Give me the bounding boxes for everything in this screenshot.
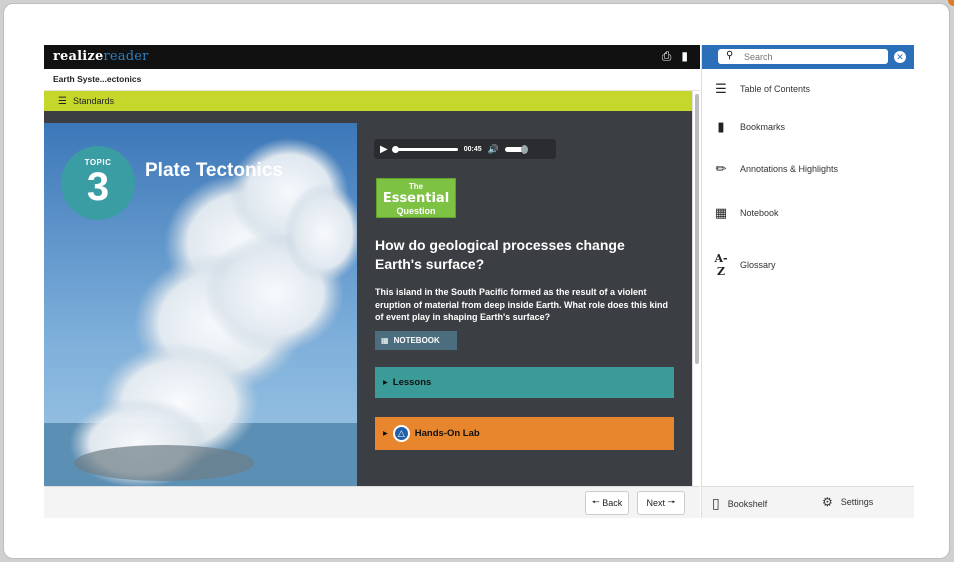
bookshelf-label: Bookshelf (727, 498, 768, 509)
arrow-right-icon: 🠖 (667, 497, 676, 507)
volume-icon[interactable]: 🔊 (488, 144, 499, 155)
pencil-icon: ✏ (715, 161, 727, 176)
list-icon: ☰ (58, 95, 67, 107)
lessons-label: Lessons (392, 377, 432, 388)
topic-title: Plate Tectonics (145, 160, 283, 181)
gear-icon: ⚙ (822, 495, 833, 509)
notebook-small-icon: ▦ (381, 336, 389, 345)
notebook-button[interactable]: ▦ NOTEBOOK (375, 331, 457, 350)
breadcrumb[interactable]: Earth Syste...ectonics (44, 69, 700, 91)
standards-label: Standards (72, 96, 114, 106)
description-text: This island in the South Pacific formed … (375, 287, 669, 322)
bottom-nav-bar: 🠔 Back Next 🠖 (44, 486, 700, 518)
notebook-icon: ▦ (714, 205, 728, 220)
panel-item-label: Annotations & Highlights (740, 164, 839, 174)
play-icon[interactable]: ▶ (380, 144, 388, 155)
logo-light: reader (103, 49, 149, 64)
list-icon: ☰ (715, 81, 727, 96)
eq-line3: Question (396, 206, 436, 216)
logo-bold: realize (53, 49, 104, 64)
panel-item-table-of-contents[interactable]: ☰ Table of Contents (712, 81, 810, 97)
panel-item-bookmarks[interactable]: ▮ Bookmarks (712, 119, 785, 135)
settings-label: Settings (840, 497, 874, 507)
bookshelf-button[interactable]: ▯ Bookshelf (712, 495, 767, 512)
next-button[interactable]: Next 🠖 (637, 491, 685, 515)
audio-progress-slider[interactable] (391, 145, 458, 153)
topic-number: 3 (86, 165, 110, 209)
essential-question-badge: The Essential Question (376, 178, 456, 218)
eq-line2: Essential (382, 191, 450, 206)
panel-bottom-bar: ▯ Bookshelf ⚙ Settings (702, 486, 914, 518)
content-scrollbar[interactable] (692, 91, 700, 486)
standards-bar[interactable]: ☰ Standards (44, 91, 692, 111)
progress-knob[interactable] (391, 145, 399, 153)
bookshelf-icon: ▯ (712, 495, 720, 511)
panel-item-label: Table of Contents (740, 84, 811, 94)
panel-item-glossary[interactable]: A-Z Glossary (712, 252, 776, 278)
app-logo: realizereader (53, 49, 149, 64)
az-icon: A-Z (714, 252, 728, 278)
essential-question-text: How do geological processes change Earth… (375, 237, 625, 272)
search-bar: ⚲ ✕ (702, 45, 914, 69)
hands-on-lab-label: Hands-On Lab (414, 428, 480, 439)
bookmark-toggle-icon[interactable]: ▮ (681, 49, 688, 64)
corner-mark (948, 0, 954, 6)
hands-on-lab-accordion[interactable]: ▸ △ Hands-On Lab (375, 417, 674, 450)
topic-badge: TOPIC 3 (61, 146, 135, 220)
settings-button[interactable]: ⚙ Settings (822, 495, 873, 509)
window-frame: realizereader ⎙ ▮ Earth Syste...ectonics… (0, 0, 954, 562)
back-label: Back (602, 498, 623, 508)
bookmark-icon: ▮ (717, 119, 725, 134)
caret-right-icon: ▸ (383, 377, 388, 388)
print-icon[interactable]: ⎙ (662, 49, 672, 64)
audio-player: ▶ 00:45 🔊 (374, 139, 556, 159)
volume-slider[interactable] (504, 144, 528, 154)
caret-right-icon: ▸ (383, 428, 388, 439)
flask-icon: △ (392, 425, 410, 442)
back-button[interactable]: 🠔 Back (585, 491, 629, 515)
page-content: TOPIC 3 Plate Tectonics ▶ 00:45 🔊 The Es… (44, 111, 692, 486)
panel-item-label: Bookmarks (740, 122, 786, 132)
panel-item-label: Glossary (740, 260, 776, 270)
notebook-button-label: NOTEBOOK (393, 336, 440, 345)
next-label: Next (646, 498, 666, 508)
arrow-left-icon: 🠔 (591, 497, 600, 507)
panel-item-label: Notebook (740, 208, 779, 218)
search-input[interactable] (718, 49, 888, 64)
close-icon[interactable]: ✕ (894, 51, 906, 63)
side-panel: ⚲ ✕ ☰ Table of Contents ▮ Bookmarks ✏ An… (701, 45, 914, 518)
search-icon: ⚲ (726, 50, 734, 61)
audio-time: 00:45 (463, 145, 482, 153)
panel-item-notebook[interactable]: ▦ Notebook (712, 205, 779, 221)
lessons-accordion[interactable]: ▸ Lessons (375, 367, 674, 398)
scroll-thumb[interactable] (695, 94, 699, 364)
top-bar: realizereader ⎙ ▮ (44, 45, 700, 69)
panel-item-annotations[interactable]: ✏ Annotations & Highlights (712, 161, 839, 177)
